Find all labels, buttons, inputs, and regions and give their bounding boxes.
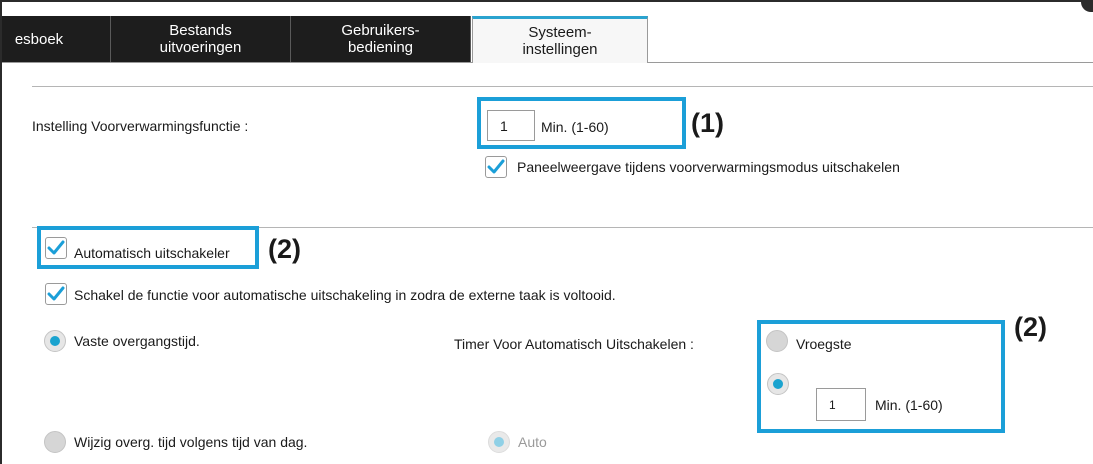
callout-box-2-timer [757,320,1005,433]
frame-left-border [0,0,2,464]
panel-display-checkbox[interactable] [485,156,507,178]
preheat-minutes-input[interactable]: 1 [487,110,535,141]
callout-number-1: (1) [691,108,724,138]
earliest-radio[interactable] [766,330,788,352]
panel-display-label: Paneelweergave tijdens voorverwarmingsmo… [517,159,900,175]
time-of-day-radio[interactable] [44,431,66,453]
auto-power-off-checkbox[interactable] [45,237,67,259]
frame-top-border [0,0,1093,2]
external-job-label: Schakel de functie voor automatische uit… [74,287,616,303]
checkmark-icon [487,159,505,174]
auto-radio[interactable] [488,431,510,453]
custom-time-radio[interactable] [767,373,789,395]
tab-bestandsuitvoeringen[interactable]: Bestands uitvoeringen [111,16,291,62]
external-job-checkbox[interactable] [45,283,67,305]
tab-adresboek[interactable]: esboek [2,16,111,62]
input-value: 1 [829,397,836,412]
radio-selected-dot [773,379,783,389]
corner-mark [1081,2,1093,12]
time-of-day-label: Wijzig overg. tijd volgens tijd van dag. [74,434,308,450]
checkmark-icon [47,286,65,301]
fixed-transition-label: Vaste overgangstijd. [74,333,200,349]
auto-off-minutes-input[interactable]: 1 [816,388,866,421]
section-divider [32,86,1093,87]
tab-systeeminstellingen[interactable]: Systeem- instellingen [472,16,648,63]
tab-bar: esboek Bestands uitvoeringen Gebruikers-… [2,16,1093,63]
auto-power-off-label: Automatisch uitschakeler [74,245,230,261]
fixed-transition-radio[interactable] [44,330,66,352]
tab-label: Systeem- instellingen [522,24,598,58]
callout-number-2-timer: (2) [1014,312,1047,342]
preheat-unit-label: Min. (1-60) [541,119,609,135]
radio-selected-dot [50,336,60,346]
tab-label: Bestands uitvoeringen [159,22,242,56]
auto-off-unit-label: Min. (1-60) [875,397,943,413]
timer-label: Timer Voor Automatisch Uitschakelen : [454,336,694,352]
auto-label: Auto [518,434,547,450]
radio-selected-dot [494,437,504,447]
preheat-label: Instelling Voorverwarmingsfunctie : [32,118,249,134]
input-value: 1 [500,117,508,134]
earliest-label: Vroegste [796,336,852,352]
checkmark-icon [47,240,65,255]
tab-gebruikersbediening[interactable]: Gebruikers- bediening [291,16,471,62]
tab-label: esboek [14,30,64,48]
tab-label: Gebruikers- bediening [341,22,420,56]
callout-number-2: (2) [268,234,301,264]
